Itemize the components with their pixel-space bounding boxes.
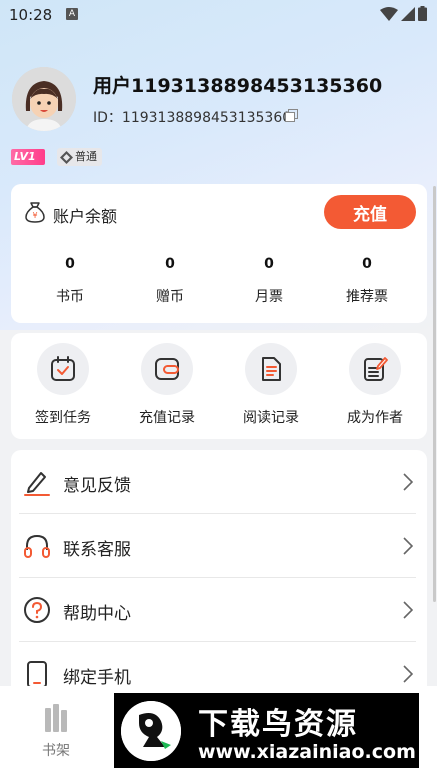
tool-icon-bg (37, 343, 89, 395)
tool-icon-bg (245, 343, 297, 395)
signal-icon (401, 6, 415, 21)
tool-label: 成为作者 (347, 410, 403, 426)
stat-value: 0 (165, 256, 175, 272)
menu-label: 联系客服 (63, 540, 131, 560)
watermark-banner: 下载鸟资源 www.xiazainiao.com (114, 693, 419, 768)
pen-icon (23, 468, 51, 496)
scrollbar[interactable] (433, 186, 436, 602)
level-badge: LV1 (11, 149, 45, 165)
balance-title: 账户余额 (53, 207, 118, 226)
tool-checkin-tasks[interactable]: 签到任务 (11, 343, 115, 427)
chevron-right-icon (403, 601, 413, 619)
status-bar: 10:28 A (0, 0, 437, 32)
nav-label: 书架 (42, 743, 70, 759)
notification-icon: A (66, 8, 78, 20)
svg-text:¥: ¥ (32, 211, 37, 220)
stat-recommend-tickets[interactable]: 0 推荐票 (315, 256, 419, 306)
wifi-icon (380, 6, 398, 21)
watermark-url: www.xiazainiao.com (198, 741, 416, 763)
level-name: 普通 (75, 150, 97, 163)
stat-monthly-tickets[interactable]: 0 月票 (217, 256, 321, 306)
calendar-check-icon (51, 356, 75, 381)
menu-label: 帮助中心 (63, 604, 131, 624)
chevron-right-icon (403, 665, 413, 683)
nav-tab-bookshelf[interactable]: 书架 (30, 704, 82, 760)
watermark-title: 下载鸟资源 (198, 707, 358, 742)
tool-label: 充值记录 (139, 410, 195, 426)
stat-value: 0 (65, 256, 75, 272)
menu-item-feedback[interactable]: 意见反馈 (11, 450, 427, 514)
user-id: ID：1193138898453135360 (93, 110, 292, 126)
tool-label: 阅读记录 (243, 410, 299, 426)
wallet-icon (155, 358, 179, 380)
chevron-right-icon (403, 537, 413, 555)
stat-gift-coins[interactable]: 0 赠币 (118, 256, 222, 306)
chevron-right-icon (403, 473, 413, 491)
tools-card: 签到任务 充值记录 阅读记录 成为作者 (11, 333, 427, 439)
menu-label: 意见反馈 (63, 476, 131, 496)
copy-icon[interactable] (285, 109, 298, 122)
stat-label: 书币 (56, 289, 84, 305)
menu-card: 意见反馈 联系客服 帮助中心 绑定手机 (11, 450, 427, 700)
tool-recharge-records[interactable]: 充值记录 (115, 343, 219, 427)
status-icons (380, 6, 427, 21)
status-time: 10:28 (9, 6, 53, 24)
tool-icon-bg (141, 343, 193, 395)
stat-label: 月票 (255, 289, 283, 305)
avatar-image (12, 67, 76, 131)
stat-book-coins[interactable]: 0 书币 (18, 256, 122, 306)
tool-reading-history[interactable]: 阅读记录 (219, 343, 323, 427)
menu-item-customer-service[interactable]: 联系客服 (11, 514, 427, 578)
stat-label: 推荐票 (346, 289, 388, 305)
stat-value: 0 (362, 256, 372, 272)
edit-document-icon (364, 357, 388, 381)
tool-become-author[interactable]: 成为作者 (323, 343, 427, 427)
tool-icon-bg (349, 343, 401, 395)
bird-logo-icon (121, 701, 181, 761)
headset-icon (23, 532, 51, 560)
balance-card: ¥ 账户余额 充值 0 书币 0 赠币 0 月票 0 推荐票 (11, 184, 427, 323)
recharge-button[interactable]: 充值 (324, 195, 416, 229)
stat-value: 0 (264, 256, 274, 272)
diamond-icon (60, 150, 73, 164)
username: 用户1193138898453135360 (93, 75, 383, 97)
tool-label: 签到任务 (35, 410, 91, 426)
bookshelf-icon (45, 704, 67, 732)
menu-label: 绑定手机 (63, 668, 131, 688)
level-tag: 普通 (57, 148, 102, 166)
battery-icon (418, 6, 427, 21)
avatar[interactable] (12, 67, 76, 131)
document-icon (262, 357, 281, 381)
stat-label: 赠币 (156, 289, 184, 305)
question-icon (23, 596, 51, 624)
money-bag-icon: ¥ (25, 202, 45, 223)
menu-item-help-center[interactable]: 帮助中心 (11, 578, 427, 642)
phone-icon (23, 660, 51, 688)
